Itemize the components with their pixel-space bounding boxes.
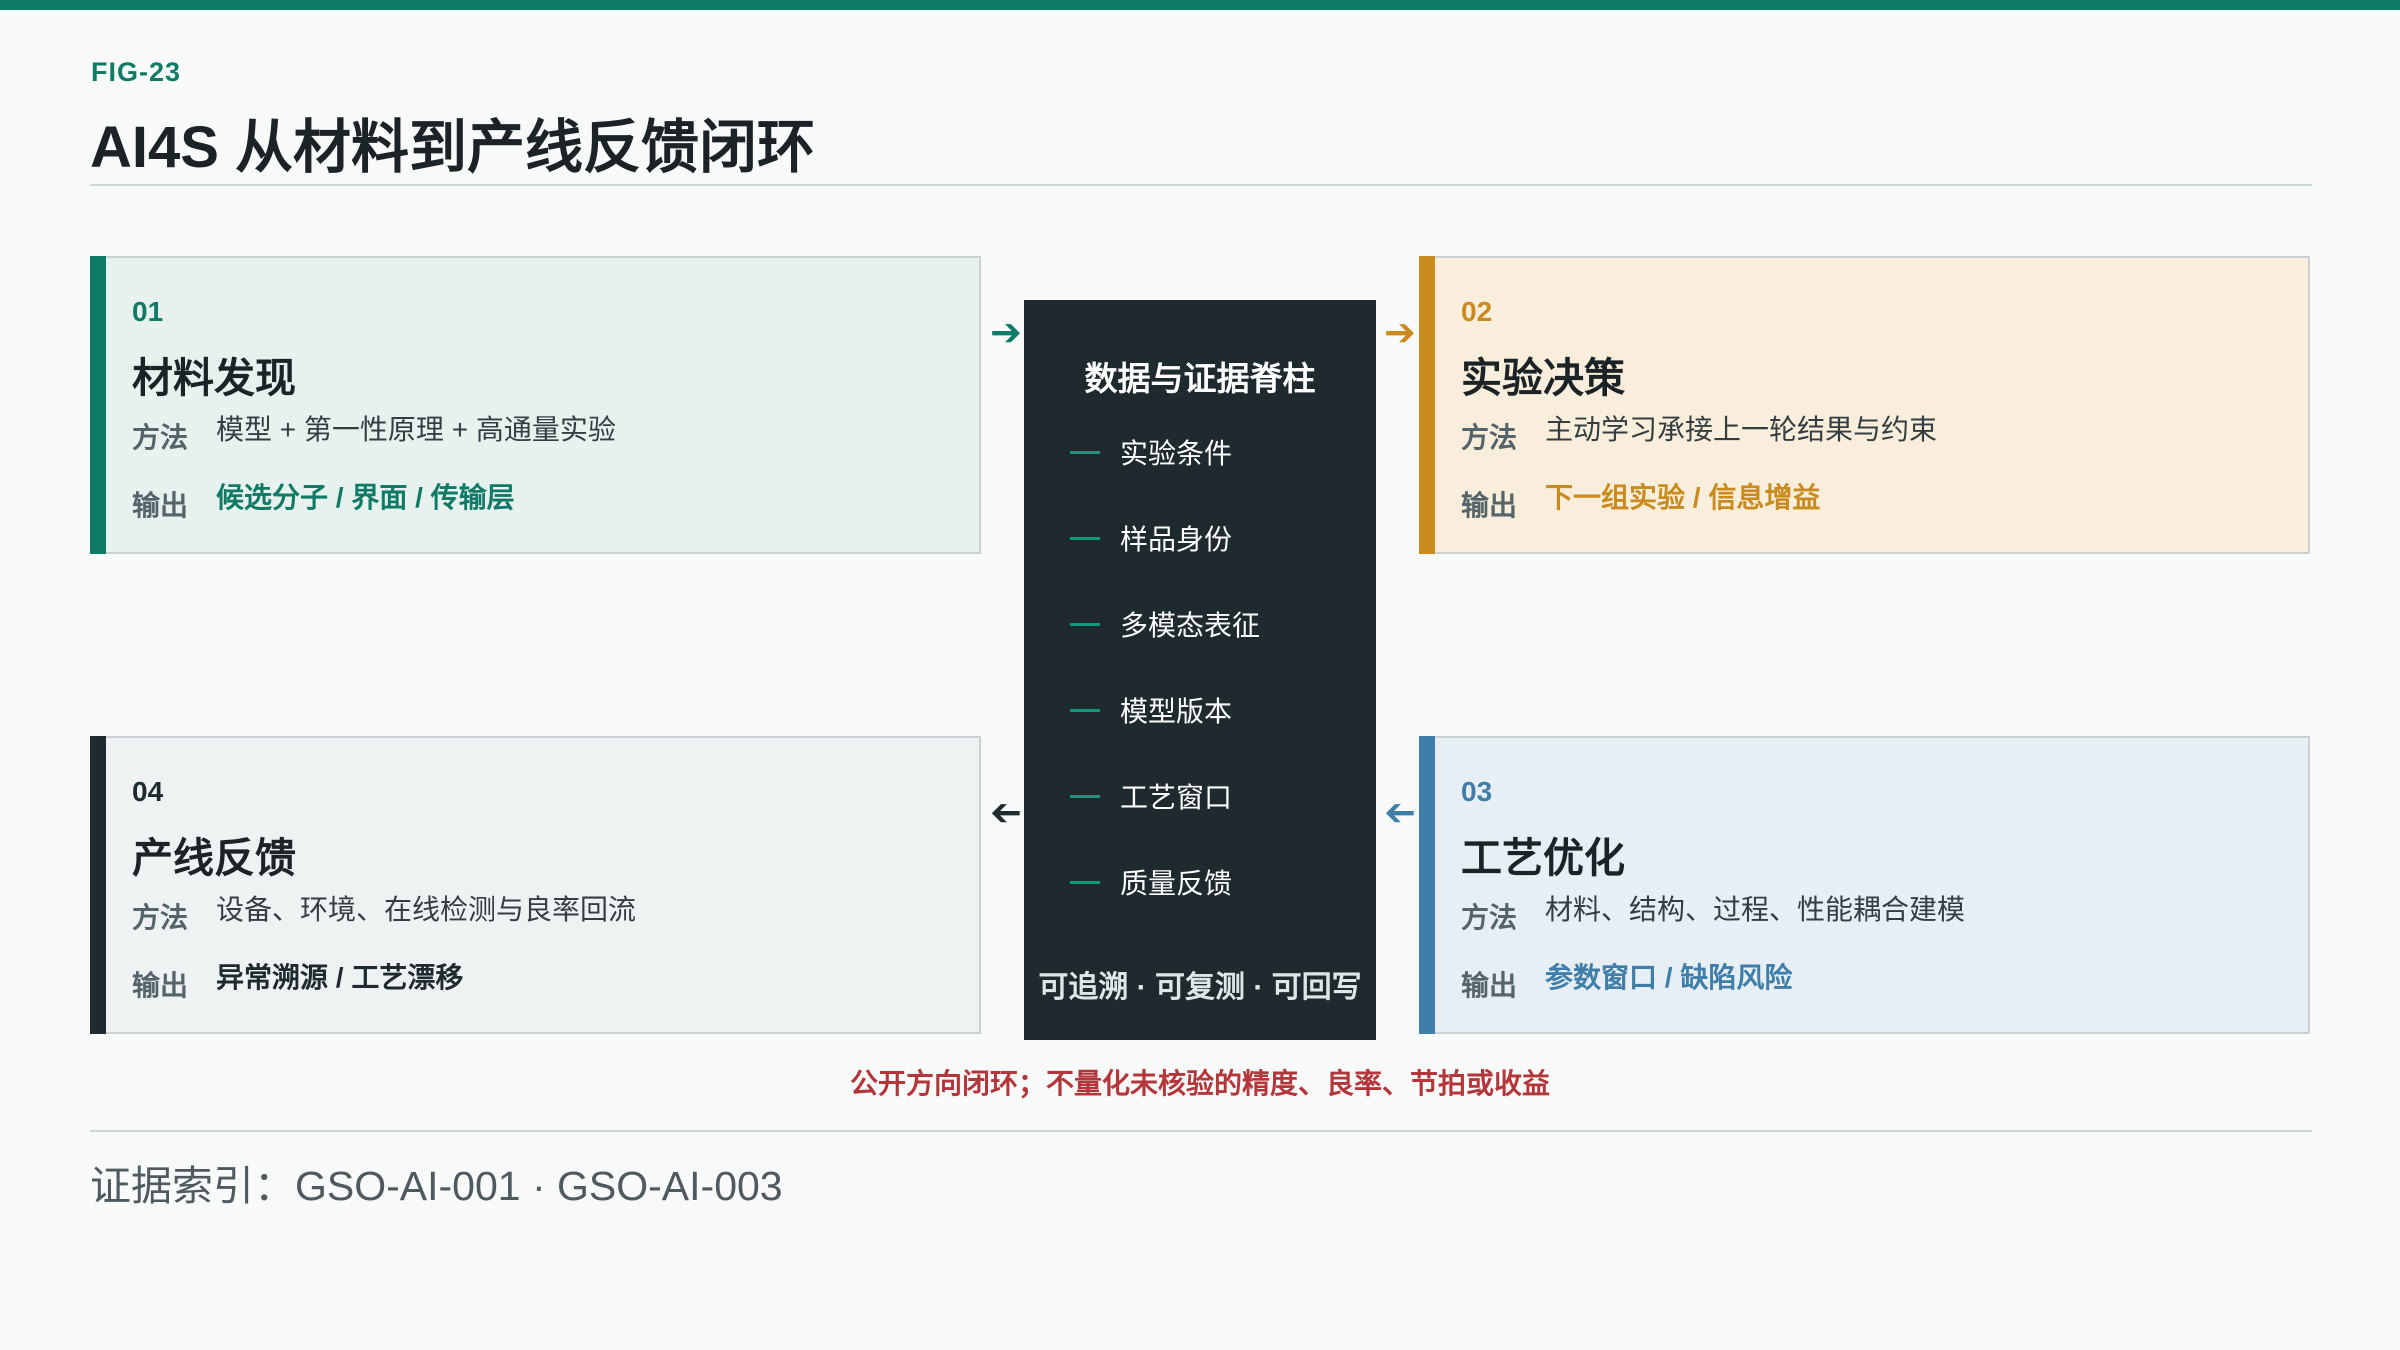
stage-number: 03 bbox=[1461, 776, 1493, 807]
method-label: 方法 bbox=[132, 902, 189, 933]
stage-name: 产线反馈 bbox=[132, 835, 296, 881]
spine-item: 工艺窗口 bbox=[1070, 776, 1232, 816]
data-evidence-spine: 数据与证据脊柱 实验条件 样品身份 多模态表征 模型版本 工艺窗口 质量反馈 可… bbox=[1024, 300, 1376, 1040]
stage-card-material-discovery: 01 材料发现 方法 模型 + 第一性原理 + 高通量实验 输出 候选分子 / 界面… bbox=[90, 256, 981, 554]
spine-item: 样品身份 bbox=[1070, 518, 1232, 558]
figure-label: FIG-23 bbox=[91, 57, 182, 87]
arrow-right-icon: ➔ bbox=[990, 312, 1022, 354]
spine-item-label: 样品身份 bbox=[1120, 524, 1233, 555]
method-text: 模型 + 第一性原理 + 高通量实验 bbox=[216, 414, 616, 445]
method-row: 方法 主动学习承接上一轮结果与约束 bbox=[1461, 408, 1938, 453]
top-accent-bar bbox=[0, 0, 2400, 10]
dash-icon bbox=[1070, 709, 1100, 713]
method-label: 方法 bbox=[1461, 902, 1518, 933]
method-text: 材料、结构、过程、性能耦合建模 bbox=[1545, 894, 1966, 925]
dash-icon bbox=[1070, 795, 1100, 799]
page-title: AI4S 从材料到产线反馈闭环 bbox=[90, 115, 816, 180]
stage-number: 04 bbox=[132, 776, 164, 807]
method-row: 方法 材料、结构、过程、性能耦合建模 bbox=[1461, 888, 1966, 933]
method-label: 方法 bbox=[132, 422, 189, 453]
footer-divider bbox=[90, 1130, 2312, 1132]
spine-item-label: 工艺窗口 bbox=[1120, 782, 1233, 813]
spine-footer: 可追溯 · 可复测 · 可回写 bbox=[1038, 971, 1362, 1004]
output-row: 输出 下一组实验 / 信息增益 bbox=[1461, 476, 1821, 521]
card-accent-bar bbox=[90, 256, 106, 554]
stage-name: 实验决策 bbox=[1461, 355, 1625, 401]
method-text: 设备、环境、在线检测与良率回流 bbox=[216, 894, 637, 925]
dash-icon bbox=[1070, 451, 1100, 455]
stage-number: 02 bbox=[1461, 296, 1493, 327]
title-divider bbox=[90, 184, 2312, 186]
spine-item: 质量反馈 bbox=[1070, 862, 1232, 902]
output-text: 候选分子 / 界面 / 传输层 bbox=[216, 482, 515, 513]
arrow-left-icon: ➔ bbox=[1384, 792, 1416, 834]
card-accent-bar bbox=[90, 736, 106, 1034]
output-text: 参数窗口 / 缺陷风险 bbox=[1545, 962, 1793, 993]
spine-item-label: 多模态表征 bbox=[1120, 610, 1261, 641]
output-label: 输出 bbox=[1461, 490, 1518, 521]
stage-card-process-optimization: 03 工艺优化 方法 材料、结构、过程、性能耦合建模 输出 参数窗口 / 缺陷风险 bbox=[1419, 736, 2310, 1034]
method-row: 方法 设备、环境、在线检测与良率回流 bbox=[132, 888, 637, 933]
disclaimer-note: 公开方向闭环；不量化未核验的精度、良率、节拍或收益 bbox=[849, 1068, 1550, 1099]
method-label: 方法 bbox=[1461, 422, 1518, 453]
output-row: 输出 异常溯源 / 工艺漂移 bbox=[132, 956, 464, 1001]
spine-item-label: 质量反馈 bbox=[1120, 868, 1233, 899]
dash-icon bbox=[1070, 537, 1100, 541]
output-row: 输出 候选分子 / 界面 / 传输层 bbox=[132, 476, 515, 521]
spine-title: 数据与证据脊柱 bbox=[1084, 360, 1316, 397]
stage-card-production-feedback: 04 产线反馈 方法 设备、环境、在线检测与良率回流 输出 异常溯源 / 工艺漂移 bbox=[90, 736, 981, 1034]
arrow-left-icon: ➔ bbox=[990, 792, 1022, 834]
stage-name: 材料发现 bbox=[132, 355, 296, 401]
card-accent-bar bbox=[1419, 256, 1435, 554]
method-row: 方法 模型 + 第一性原理 + 高通量实验 bbox=[132, 408, 616, 453]
spine-item: 多模态表征 bbox=[1070, 604, 1260, 644]
output-label: 输出 bbox=[132, 490, 189, 521]
output-row: 输出 参数窗口 / 缺陷风险 bbox=[1461, 956, 1793, 1001]
spine-item-label: 实验条件 bbox=[1120, 438, 1233, 469]
output-label: 输出 bbox=[1461, 970, 1518, 1001]
output-label: 输出 bbox=[132, 970, 189, 1001]
stage-number: 01 bbox=[132, 296, 164, 327]
spine-item: 模型版本 bbox=[1070, 690, 1232, 730]
output-text: 下一组实验 / 信息增益 bbox=[1545, 482, 1821, 513]
stage-card-experiment-decision: 02 实验决策 方法 主动学习承接上一轮结果与约束 输出 下一组实验 / 信息增益 bbox=[1419, 256, 2310, 554]
stage-name: 工艺优化 bbox=[1461, 835, 1625, 881]
dash-icon bbox=[1070, 881, 1100, 885]
arrow-right-icon: ➔ bbox=[1384, 312, 1416, 354]
card-accent-bar bbox=[1419, 736, 1435, 1034]
spine-item: 实验条件 bbox=[1070, 432, 1232, 472]
method-text: 主动学习承接上一轮结果与约束 bbox=[1545, 414, 1938, 445]
spine-item-label: 模型版本 bbox=[1120, 696, 1233, 727]
dash-icon bbox=[1070, 623, 1100, 627]
evidence-index: 证据索引：GSO-AI-001 · GSO-AI-003 bbox=[90, 1163, 783, 1209]
output-text: 异常溯源 / 工艺漂移 bbox=[216, 962, 464, 993]
